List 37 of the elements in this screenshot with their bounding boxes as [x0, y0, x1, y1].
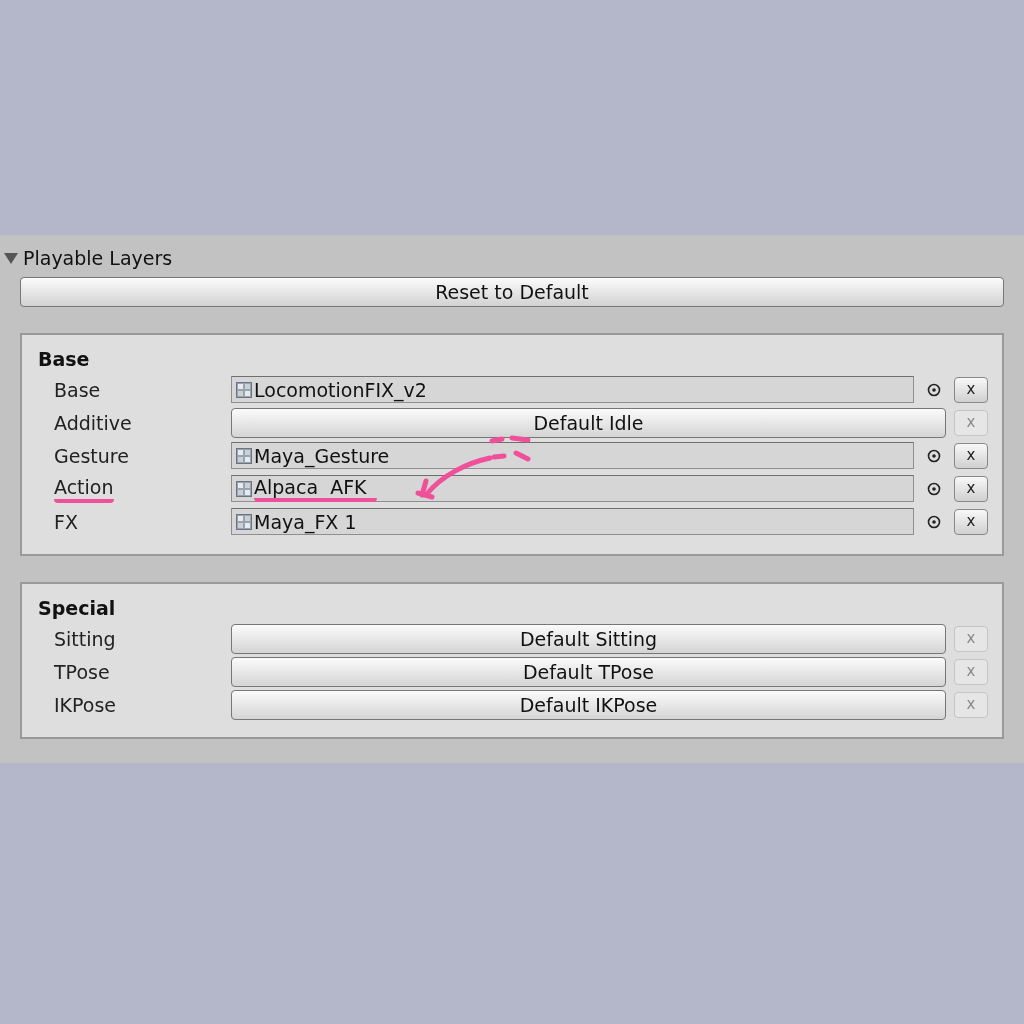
- asset-icon: [236, 480, 252, 497]
- default-button[interactable]: Default Idle: [231, 407, 946, 438]
- field-label: Sitting: [54, 626, 116, 651]
- field-label: Action: [54, 474, 114, 503]
- field-label: FX: [54, 509, 78, 534]
- asset-field[interactable]: Alpaca AFK: [231, 475, 914, 502]
- clear-button[interactable]: x: [954, 442, 988, 469]
- asset-name: Maya_FX 1: [254, 510, 357, 533]
- clear-button[interactable]: x: [954, 508, 988, 535]
- asset-name: Maya_Gesture: [254, 444, 390, 467]
- foldout-triangle-icon[interactable]: [3, 251, 19, 265]
- default-button[interactable]: Default TPose: [231, 656, 946, 687]
- group-heading: Special: [38, 595, 116, 621]
- field-label: Gesture: [54, 443, 129, 468]
- asset-icon: [236, 447, 252, 464]
- asset-icon: [236, 513, 252, 530]
- asset-field[interactable]: Maya_FX 1: [231, 508, 914, 535]
- target-icon[interactable]: [927, 448, 941, 463]
- asset-name: Alpaca AFK: [254, 475, 377, 502]
- group-heading: Base: [38, 346, 90, 372]
- default-button[interactable]: Default Sitting: [231, 623, 946, 654]
- target-icon[interactable]: [927, 481, 941, 496]
- field-label: Additive: [54, 410, 132, 435]
- section-title: Playable Layers: [23, 245, 173, 271]
- target-icon[interactable]: [927, 382, 941, 397]
- asset-name: LocomotionFIX_v2: [254, 378, 427, 401]
- reset-button[interactable]: Reset to Default: [20, 277, 1004, 307]
- asset-field[interactable]: Maya_Gesture: [231, 442, 914, 469]
- asset-icon: [236, 381, 252, 398]
- asset-field[interactable]: LocomotionFIX_v2: [231, 376, 914, 403]
- clear-button[interactable]: x: [954, 376, 988, 403]
- default-button[interactable]: Default IKPose: [231, 689, 946, 720]
- clear-button[interactable]: x: [954, 475, 988, 502]
- field-label: Base: [54, 377, 101, 402]
- field-label: TPose: [54, 659, 110, 684]
- target-icon[interactable]: [927, 514, 941, 529]
- field-label: IKPose: [54, 692, 117, 717]
